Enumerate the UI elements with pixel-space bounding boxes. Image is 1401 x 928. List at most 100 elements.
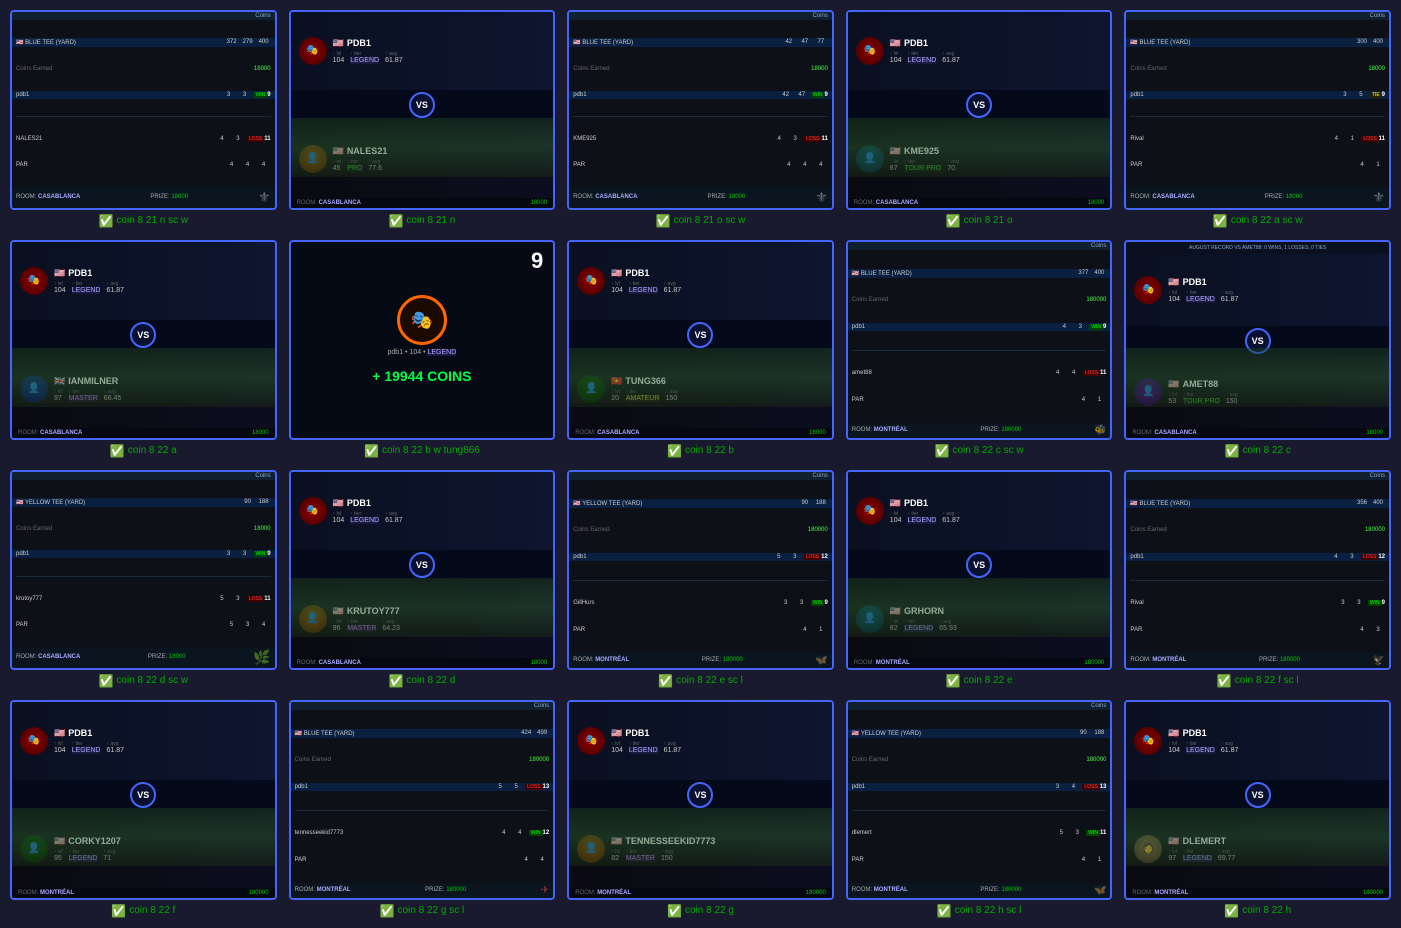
card-label-14: ✅ coin 8 22 e xyxy=(946,674,1013,688)
check-icon-19: ✅ xyxy=(937,904,952,918)
card-5[interactable]: Coins 🇺🇸 BLUE TEE (YARD) 300 400 Coins E… xyxy=(1124,10,1391,210)
card-17[interactable]: Coins 🇺🇸 BLUE TEE (YARD) 424 499 Coins E… xyxy=(289,700,556,900)
card-10[interactable]: AUGUST RECORD VS AMET88: 0 WINS, 1 LOSSE… xyxy=(1124,240,1391,440)
card-label-19: ✅ coin 8 22 h sc l xyxy=(937,904,1022,918)
avatar-pdb1-14: 🎭 xyxy=(856,497,884,525)
card-wrapper-10: AUGUST RECORD VS AMET88: 0 WINS, 1 LOSSE… xyxy=(1124,240,1391,458)
check-icon-5: ✅ xyxy=(1213,214,1228,228)
card-wrapper-9: Coins 🇺🇸 BLUE TEE (YARD) 377 400 Coins E… xyxy=(846,240,1113,458)
card-label-11: ✅ coin 8 22 d sc w xyxy=(98,674,188,688)
coin-avatar-pdb1: 🎭 xyxy=(397,295,447,345)
card-wrapper-2: 🎭 🇺🇸 PDB1 ↑ lvl104 ↑ tierLEGEND ↑ avg61.… xyxy=(289,10,556,228)
avatar-pdb1-20: 🎭 xyxy=(1134,727,1162,755)
coin-amount: + 19944 COINS xyxy=(372,368,471,384)
sc-header-3: Coins xyxy=(569,12,832,20)
check-icon-2: ✅ xyxy=(388,214,403,228)
check-icon-3: ✅ xyxy=(656,214,671,228)
card-wrapper-6: 🎭 🇺🇸 PDB1 ↑ lvl104 ↑ tierLEGEND ↑ avg61.… xyxy=(10,240,277,458)
avatar-pdb1-16: 🎭 xyxy=(20,727,48,755)
card-label-13: ✅ coin 8 22 e sc l xyxy=(658,674,743,688)
avatar-pdb1-4: 🎭 xyxy=(856,37,884,65)
check-icon-8: ✅ xyxy=(667,444,682,458)
avatar-pdb1-12: 🎭 xyxy=(299,497,327,525)
check-icon-13: ✅ xyxy=(658,674,673,688)
check-icon-16: ✅ xyxy=(111,904,126,918)
check-icon-18: ✅ xyxy=(667,904,682,918)
check-icon-9: ✅ xyxy=(935,444,950,458)
card-11[interactable]: Coins 🇺🇸 YELLOW TEE (YARD) 90 188 Coins … xyxy=(10,470,277,670)
card-label-12: ✅ coin 8 22 d xyxy=(388,674,455,688)
check-icon-10: ✅ xyxy=(1225,444,1240,458)
avatar-pdb1-8: 🎭 xyxy=(577,267,605,295)
card-wrapper-13: Coins 🇺🇸 YELLOW TEE (YARD) 90 188 Coins … xyxy=(567,470,834,688)
card-9[interactable]: Coins 🇺🇸 BLUE TEE (YARD) 377 400 Coins E… xyxy=(846,240,1113,440)
card-label-9: ✅ coin 8 22 c sc w xyxy=(935,444,1024,458)
card-18[interactable]: 🎭 🇺🇸 PDB1 ↑ lvl104 ↑ tierLEGEND ↑ avg61.… xyxy=(567,700,834,900)
card-label-16: ✅ coin 8 22 f xyxy=(111,904,175,918)
card-8[interactable]: 🎭 🇺🇸 PDB1 ↑ lvl104 ↑ tierLEGEND ↑ avg61.… xyxy=(567,240,834,440)
sc-p1-row-1: 🇺🇸 BLUE TEE (YARD) 372 279 400 xyxy=(12,38,275,47)
coin-number: 9 xyxy=(531,248,543,274)
card-wrapper-14: 🎭 🇺🇸 PDB1 ↑ lvl104 ↑ tierLEGEND ↑ avg61.… xyxy=(846,470,1113,688)
card-16[interactable]: 🎭 🇺🇸 PDB1 ↑ lvl104 ↑ tierLEGEND ↑ avg61.… xyxy=(10,700,277,900)
card-label-17: ✅ coin 8 22 g sc l xyxy=(380,904,465,918)
card-6[interactable]: 🎭 🇺🇸 PDB1 ↑ lvl104 ↑ tierLEGEND ↑ avg61.… xyxy=(10,240,277,440)
vs-circle-4: VS xyxy=(966,92,992,118)
vs-circle-2: VS xyxy=(409,92,435,118)
card-14[interactable]: 🎭 🇺🇸 PDB1 ↑ lvl104 ↑ tierLEGEND ↑ avg61.… xyxy=(846,470,1113,670)
card-label-20: ✅ coin 8 22 h xyxy=(1224,904,1291,918)
sc-par: PAR 4 4 4 xyxy=(12,161,275,169)
check-icon-7: ✅ xyxy=(364,444,379,458)
vs-p1-2: 🎭 🇺🇸 PDB1 ↑ lvl104 ↑ tierLEGEND ↑ avg61.… xyxy=(291,12,554,90)
card-label-18: ✅ coin 8 22 g xyxy=(667,904,734,918)
card-grid: Coins 🇺🇸 BLUE TEE (YARD) 372 279 400 Coi… xyxy=(10,10,1391,918)
card-15[interactable]: Coins 🇺🇸 BLUE TEE (YARD) 356 400 Coins E… xyxy=(1124,470,1391,670)
card-label-7: ✅ coin 8 22 b w tung866 xyxy=(364,444,480,458)
sc-p1-score: pdb1 3 3 WIN 9 xyxy=(12,91,275,99)
check-icon-20: ✅ xyxy=(1224,904,1239,918)
check-icon-17: ✅ xyxy=(380,904,395,918)
card-4[interactable]: 🎭 🇺🇸 PDB1 ↑ lvl104 ↑ tierLEGEND ↑ avg61.… xyxy=(846,10,1113,210)
card-label-1: ✅ coin 8 21 n sc w xyxy=(98,214,188,228)
card-20[interactable]: 🎭 🇺🇸 PDB1 ↑ lvl104 ↑ tierLEGEND ↑ avg61.… xyxy=(1124,700,1391,900)
card-13[interactable]: Coins 🇺🇸 YELLOW TEE (YARD) 90 188 Coins … xyxy=(567,470,834,670)
card-label-4: ✅ coin 8 21 o xyxy=(946,214,1013,228)
card-wrapper-3: Coins 🇺🇸 BLUE TEE (YARD) 42 47 77 Coins … xyxy=(567,10,834,228)
check-icon-12: ✅ xyxy=(388,674,403,688)
card-19[interactable]: Coins 🇺🇸 YELLOW TEE (YARD) 90 188 Coins … xyxy=(846,700,1113,900)
card-wrapper-7: 9 🎭 pdb1 • 104 • LEGEND + 19944 COINS ✅ … xyxy=(289,240,556,458)
card-label-2: ✅ coin 8 21 n xyxy=(388,214,455,228)
card-label-15: ✅ coin 8 22 f sc l xyxy=(1217,674,1299,688)
card-7[interactable]: 9 🎭 pdb1 • 104 • LEGEND + 19944 COINS xyxy=(289,240,556,440)
sc-room-1: ROOM: CASABLANCA PRIZE: 18000 ⚜ xyxy=(12,187,275,208)
card-3[interactable]: Coins 🇺🇸 BLUE TEE (YARD) 42 47 77 Coins … xyxy=(567,10,834,210)
sc-coins-row-1: Coins Earned 18000 xyxy=(12,65,275,73)
card-2[interactable]: 🎭 🇺🇸 PDB1 ↑ lvl104 ↑ tierLEGEND ↑ avg61.… xyxy=(289,10,556,210)
record-box-10: AUGUST RECORD VS AMET88: 0 WINS, 1 LOSSE… xyxy=(1126,242,1389,254)
card-wrapper-16: 🎭 🇺🇸 PDB1 ↑ lvl104 ↑ tierLEGEND ↑ avg61.… xyxy=(10,700,277,918)
avatar-pdb1-18: 🎭 xyxy=(577,727,605,755)
card-label-5: ✅ coin 8 22 a sc w xyxy=(1213,214,1303,228)
card-wrapper-15: Coins 🇺🇸 BLUE TEE (YARD) 356 400 Coins E… xyxy=(1124,470,1391,688)
card-label-6: ✅ coin 8 22 a xyxy=(110,444,177,458)
card-wrapper-20: 🎭 🇺🇸 PDB1 ↑ lvl104 ↑ tierLEGEND ↑ avg61.… xyxy=(1124,700,1391,918)
card-wrapper-8: 🎭 🇺🇸 PDB1 ↑ lvl104 ↑ tierLEGEND ↑ avg61.… xyxy=(567,240,834,458)
sc-header-1: Coins xyxy=(12,12,275,20)
check-icon-1: ✅ xyxy=(98,214,113,228)
avatar-pdb1-10: 🎭 xyxy=(1134,276,1162,304)
avatar-pdb1-6: 🎭 xyxy=(20,267,48,295)
card-wrapper-18: 🎭 🇺🇸 PDB1 ↑ lvl104 ↑ tierLEGEND ↑ avg61.… xyxy=(567,700,834,918)
card-1[interactable]: Coins 🇺🇸 BLUE TEE (YARD) 372 279 400 Coi… xyxy=(10,10,277,210)
card-label-8: ✅ coin 8 22 b xyxy=(667,444,734,458)
card-wrapper-4: 🎭 🇺🇸 PDB1 ↑ lvl104 ↑ tierLEGEND ↑ avg61.… xyxy=(846,10,1113,228)
check-icon-15: ✅ xyxy=(1217,674,1232,688)
vs-footer-2: ROOM: CASABLANCA 18000 xyxy=(291,198,554,208)
card-label-10: ✅ coin 8 22 c xyxy=(1225,444,1291,458)
card-wrapper-17: Coins 🇺🇸 BLUE TEE (YARD) 424 499 Coins E… xyxy=(289,700,556,918)
card-wrapper-1: Coins 🇺🇸 BLUE TEE (YARD) 372 279 400 Coi… xyxy=(10,10,277,228)
sc-room-3: ROOM: CASABLANCA PRIZE: 18000 ⚜ xyxy=(569,187,832,208)
check-icon-11: ✅ xyxy=(98,674,113,688)
card-12[interactable]: 🎭 🇺🇸 PDB1 ↑ lvl104 ↑ tierLEGEND ↑ avg61.… xyxy=(289,470,556,670)
card-label-3: ✅ coin 8 21 o sc w xyxy=(656,214,746,228)
card-wrapper-5: Coins 🇺🇸 BLUE TEE (YARD) 300 400 Coins E… xyxy=(1124,10,1391,228)
